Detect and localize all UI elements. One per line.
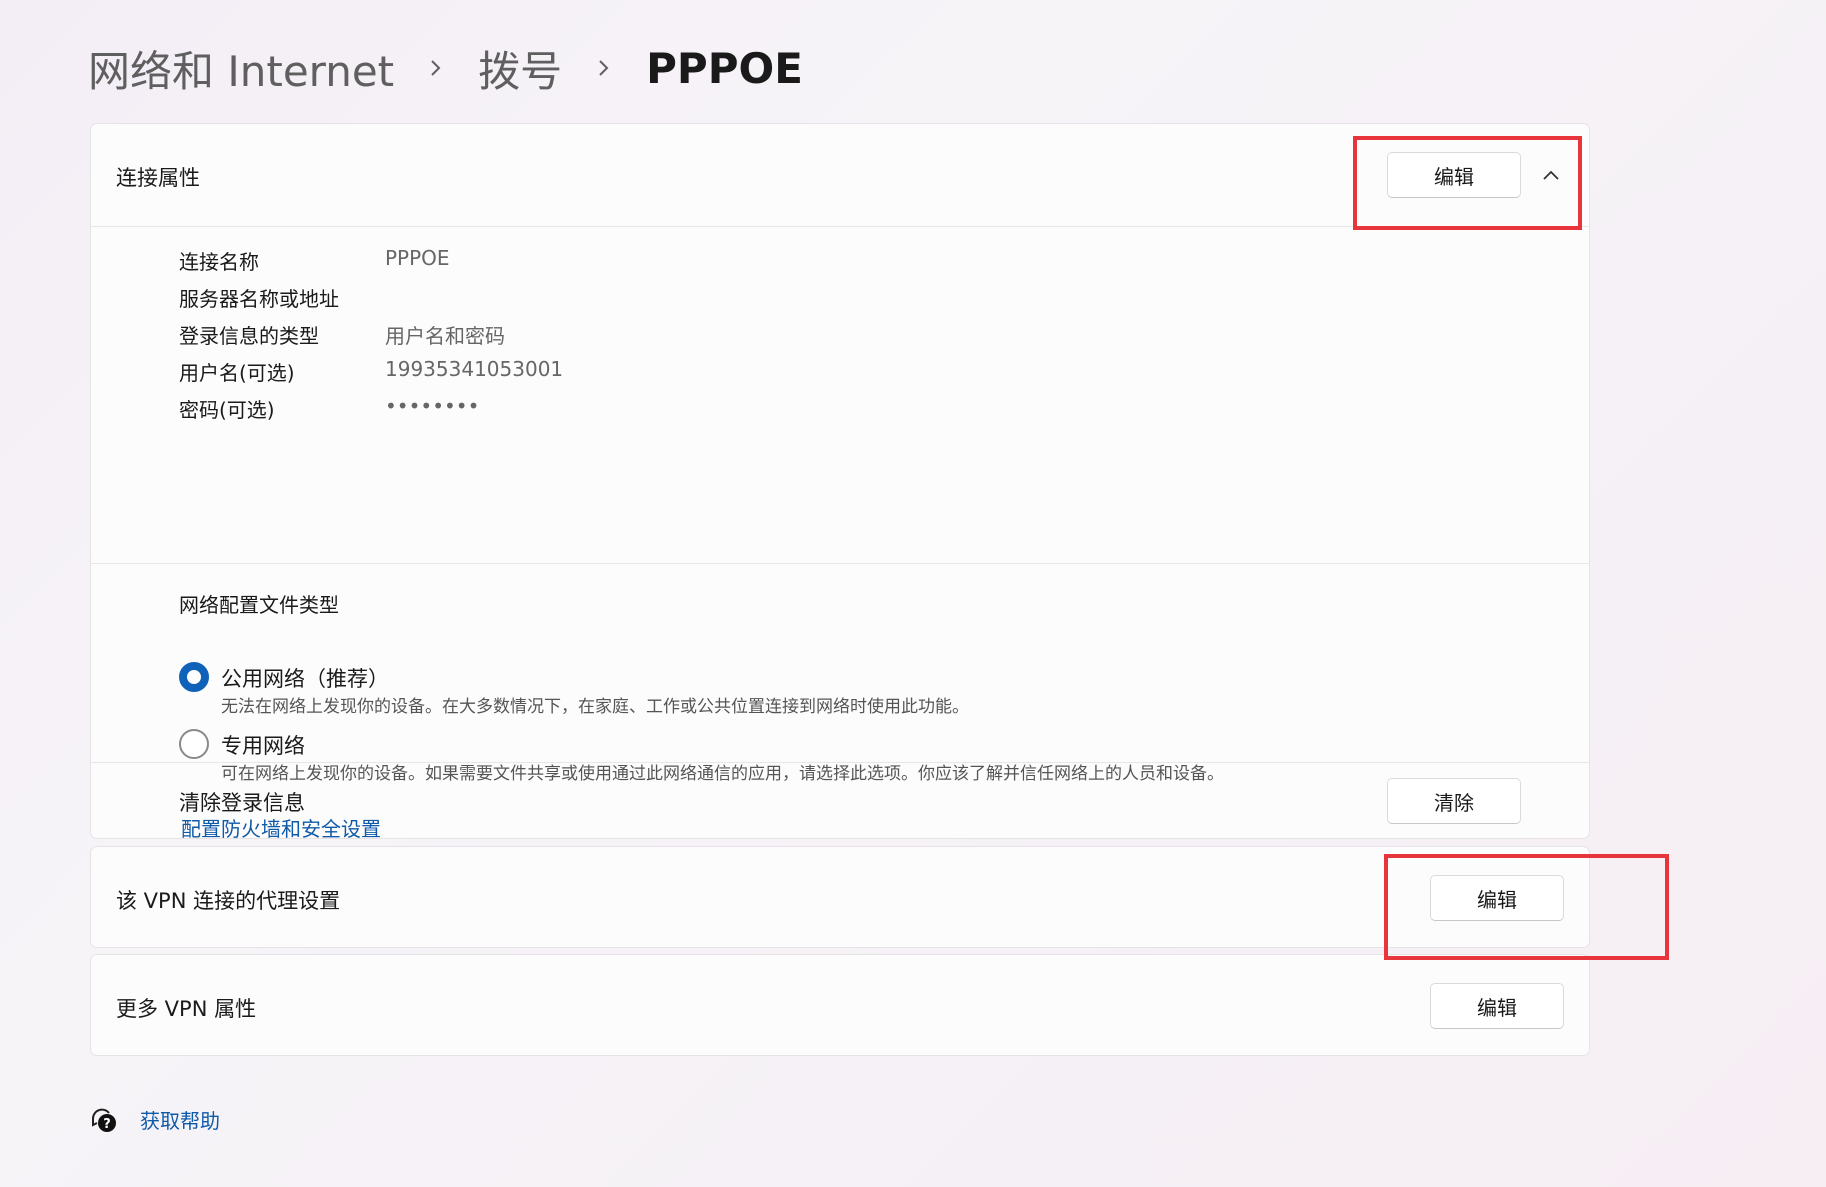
chevron-right-icon: [428, 57, 444, 79]
more-vpn-properties-label: 更多 VPN 属性: [116, 997, 257, 1021]
field-label: 服务器名称或地址: [179, 287, 339, 311]
edit-more-vpn-button[interactable]: 编辑: [1430, 983, 1564, 1029]
field-value: 用户名和密码: [385, 324, 505, 348]
highlight-box: [1353, 136, 1582, 230]
public-network-radio[interactable]: [179, 662, 209, 692]
highlight-box: [1384, 854, 1669, 960]
public-network-label[interactable]: 公用网络（推荐）: [221, 663, 389, 693]
clear-login-label: 清除登录信息: [179, 791, 305, 815]
breadcrumb-dialup[interactable]: 拨号: [478, 38, 562, 99]
private-network-label[interactable]: 专用网络: [221, 730, 305, 760]
field-value: ••••••••: [385, 394, 480, 418]
private-network-radio[interactable]: [179, 729, 209, 759]
public-network-description: 无法在网络上发现你的设备。在大多数情况下，在家庭、工作或公共位置连接到网络时使用…: [221, 697, 969, 717]
page-title: PPPOE: [646, 43, 803, 93]
chevron-right-icon: [596, 57, 612, 79]
help-chat-icon: ?: [91, 1108, 116, 1132]
field-value: 19935341053001: [385, 357, 564, 381]
network-profile-title: 网络配置文件类型: [179, 593, 339, 617]
svg-text:?: ?: [103, 1117, 111, 1132]
proxy-settings-label: 该 VPN 连接的代理设置: [116, 889, 341, 913]
connection-properties-card: 连接属性 编辑 连接名称 PPPOE 服务器名称或地址 登录信息的类型 用户名和…: [90, 123, 1590, 841]
breadcrumb: 网络和 Internet 拨号 PPPOE: [88, 38, 803, 98]
clear-button[interactable]: 清除: [1387, 778, 1521, 824]
field-label: 登录信息的类型: [179, 324, 319, 348]
proxy-settings-card: 该 VPN 连接的代理设置 编辑: [90, 846, 1590, 948]
connection-properties-title: 连接属性: [116, 166, 200, 190]
breadcrumb-network[interactable]: 网络和 Internet: [88, 38, 394, 99]
get-help-link[interactable]: 获取帮助: [140, 1105, 220, 1134]
field-label: 用户名(可选): [179, 361, 295, 385]
more-vpn-properties-card: 更多 VPN 属性 编辑: [90, 954, 1590, 1056]
field-value: PPPOE: [385, 246, 450, 270]
get-help[interactable]: ? 获取帮助: [90, 1105, 220, 1134]
field-label: 连接名称: [179, 250, 259, 274]
connection-fields: 连接名称 PPPOE 服务器名称或地址 登录信息的类型 用户名和密码 用户名(可…: [91, 228, 1589, 564]
field-label: 密码(可选): [179, 398, 275, 422]
clear-login-row: 清除登录信息 清除: [91, 762, 1589, 840]
